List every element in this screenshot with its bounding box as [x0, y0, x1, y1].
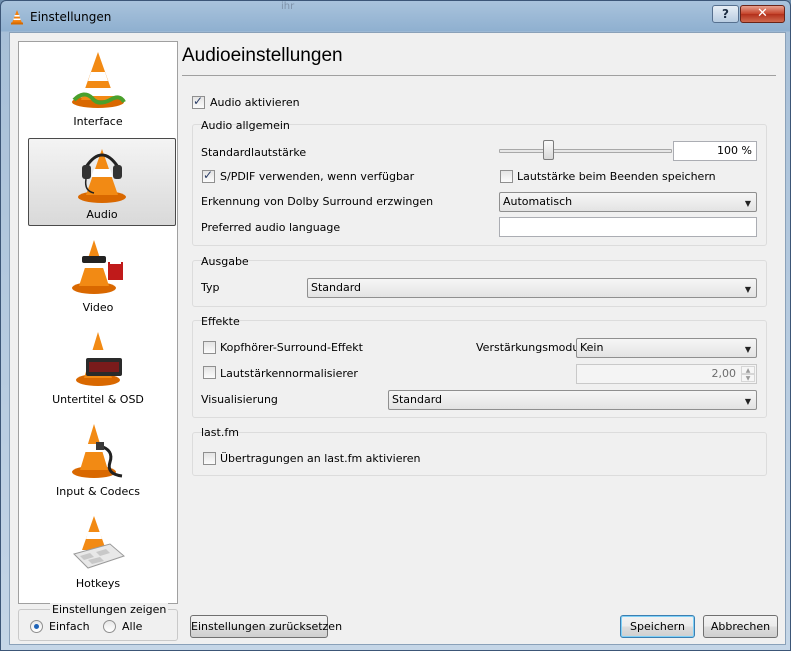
dolby-select-value: Automatisch — [503, 195, 573, 208]
vlc-cone-keyboard-icon — [73, 516, 125, 569]
sidebar-item-interface[interactable]: Interface — [20, 44, 176, 132]
volume-value-field[interactable]: 100 % — [673, 141, 757, 161]
chevron-down-icon: ▼ — [744, 285, 751, 294]
all-radio-label[interactable]: Alle — [122, 620, 142, 633]
headphone-effect-label[interactable]: Kopfhörer-Surround-Effekt — [220, 341, 363, 354]
sidebar-item-label: Input & Codecs — [56, 485, 140, 498]
show-settings-title: Einstellungen zeigen — [50, 603, 169, 616]
normalizer-checkbox[interactable] — [203, 366, 216, 379]
page-title: Audioeinstellungen — [182, 45, 343, 66]
lastfm-submit-checkbox[interactable] — [203, 452, 216, 465]
output-type-select[interactable]: Standard ▼ — [307, 278, 757, 298]
volume-label: Standardlautstärke — [201, 146, 307, 159]
sidebar-item-label: Video — [82, 301, 114, 314]
vlc-cone-subtitle-icon — [76, 332, 122, 386]
sidebar-item-hotkeys[interactable]: Hotkeys — [20, 506, 176, 594]
gain-mode-label: Verstärkungsmodus — [476, 341, 586, 354]
sidebar-item-label: Untertitel & OSD — [52, 393, 144, 406]
vlc-app-icon — [11, 10, 23, 25]
visualization-value: Standard — [392, 393, 443, 406]
dolby-label: Erkennung von Dolby Surround erzwingen — [201, 195, 434, 208]
volume-slider-thumb[interactable] — [543, 140, 554, 160]
enable-audio-label[interactable]: Audio aktivieren — [210, 96, 300, 109]
enable-audio-checkbox[interactable] — [192, 94, 205, 109]
save-volume-checkbox[interactable] — [500, 170, 513, 183]
heading-divider — [182, 75, 776, 76]
effects-title: Effekte — [201, 315, 240, 328]
lastfm-submit-label[interactable]: Übertragungen an last.fm aktivieren — [220, 452, 421, 465]
volume-slider-track[interactable] — [499, 149, 672, 153]
settings-window: Einstellungen ihr ? ✕ Interface Audio Vi… — [0, 0, 791, 651]
vlc-cone-video-icon — [72, 240, 123, 294]
visualization-select[interactable]: Standard ▼ — [388, 390, 757, 410]
dialog-body: Interface Audio Video Untertitel & OSD I… — [9, 32, 786, 645]
lastfm-title: last.fm — [201, 426, 239, 439]
language-label: Preferred audio language — [201, 221, 341, 234]
category-sidebar: Interface Audio Video Untertitel & OSD I… — [18, 41, 178, 604]
chevron-down-icon: ▼ — [744, 397, 751, 406]
normalizer-label[interactable]: Lautstärkennormalisierer — [220, 367, 358, 380]
close-button[interactable]: ✕ — [740, 5, 785, 23]
reset-settings-button[interactable]: Einstellungen zurücksetzen — [190, 615, 342, 638]
output-type-label: Typ — [201, 281, 220, 294]
sidebar-item-label: Audio — [86, 208, 118, 221]
save-button[interactable]: Speichern — [620, 615, 695, 638]
spdif-label[interactable]: S/PDIF verwenden, wenn verfügbar — [220, 170, 414, 183]
dolby-select[interactable]: Automatisch ▼ — [499, 192, 757, 212]
chevron-down-icon: ▼ — [744, 345, 751, 354]
simple-radio-label[interactable]: Einfach — [49, 620, 90, 633]
sidebar-item-label: Interface — [73, 115, 123, 128]
window-title: Einstellungen — [30, 10, 112, 24]
show-settings-group: Einstellungen zeigen Einfach Alle — [18, 603, 178, 643]
vlc-cone-interface-icon — [72, 52, 126, 108]
all-radio[interactable] — [103, 620, 116, 633]
gain-mode-value: Kein — [580, 341, 604, 354]
vlc-cone-cable-icon — [72, 424, 123, 478]
visualization-label: Visualisierung — [201, 393, 278, 406]
gain-mode-select[interactable]: Kein ▼ — [576, 338, 757, 358]
spdif-checkbox[interactable] — [202, 168, 215, 183]
cancel-button[interactable]: Abbrechen — [703, 615, 778, 638]
help-button[interactable]: ? — [712, 5, 739, 23]
save-volume-label[interactable]: Lautstärke beim Beenden speichern — [517, 170, 716, 183]
sidebar-item-video[interactable]: Video — [20, 230, 176, 318]
normalizer-spinbox: 2,00 ▲ ▼ — [576, 364, 757, 384]
audio-general-title: Audio allgemein — [201, 119, 290, 132]
title-bar[interactable]: Einstellungen ihr ? ✕ — [1, 1, 790, 31]
spin-up-icon: ▲ — [741, 366, 755, 374]
normalizer-value: 2,00 — [711, 367, 737, 380]
simple-radio[interactable] — [30, 620, 43, 633]
sidebar-item-input-codecs[interactable]: Input & Codecs — [20, 414, 176, 502]
spin-down-icon: ▼ — [741, 374, 755, 382]
chevron-down-icon: ▼ — [744, 199, 751, 208]
sidebar-item-subtitles[interactable]: Untertitel & OSD — [20, 322, 176, 410]
sidebar-item-audio[interactable]: Audio — [28, 138, 176, 226]
sidebar-item-label: Hotkeys — [75, 577, 121, 590]
vlc-cone-headphones-icon — [78, 149, 126, 203]
headphone-effect-checkbox[interactable] — [203, 341, 216, 354]
output-title: Ausgabe — [201, 255, 249, 268]
output-type-value: Standard — [311, 281, 362, 294]
background-window-title: ihr — [281, 1, 295, 12]
language-input[interactable] — [499, 217, 757, 237]
